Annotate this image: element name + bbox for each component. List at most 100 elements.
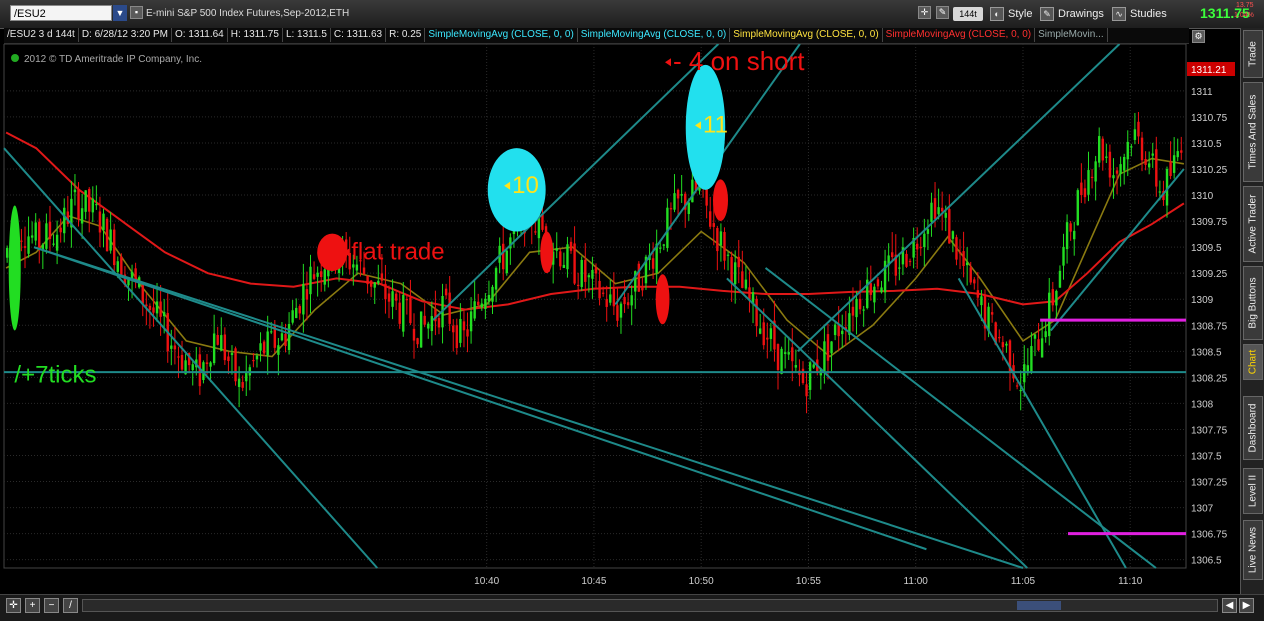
studies-button[interactable]: ∿ Studies [1112, 5, 1167, 23]
candle-body [48, 221, 52, 240]
study-label-2[interactable]: SimpleMovingAvg (CLOSE, 0, 0) [578, 28, 731, 42]
candle-body [113, 229, 116, 266]
zoom-out-icon[interactable]: − [44, 598, 59, 613]
zoom-in-icon[interactable]: + [25, 598, 40, 613]
candle-body [1151, 153, 1154, 156]
candle-body [205, 362, 209, 365]
candle-body [801, 368, 805, 384]
candle-body [405, 299, 409, 301]
info-range: R: 0.25 [386, 28, 426, 42]
candle-body [1005, 343, 1008, 346]
scroll-left-icon[interactable]: ◀ [1222, 598, 1237, 613]
candle-body [270, 331, 273, 333]
scroll-right-icon[interactable]: ▶ [1239, 598, 1254, 613]
candle-body [962, 251, 965, 267]
candle-body [234, 348, 237, 382]
x-tick-label: 10:45 [581, 576, 606, 587]
candle-body [1019, 389, 1022, 392]
top-toolbar: /ESU2 ▼ ▪ E-mini S&P 500 Index Futures,S… [0, 0, 1264, 29]
tab-trade[interactable]: Trade [1243, 30, 1263, 78]
chart-settings-icon[interactable]: ⚙ [1192, 30, 1205, 43]
candle-body [605, 299, 608, 307]
candle-body [223, 334, 227, 361]
candle-body [1140, 137, 1144, 161]
y-tick-label: 1309.25 [1191, 269, 1228, 280]
symbol-dropdown-icon[interactable]: ▼ [113, 5, 127, 21]
candle-body [1026, 365, 1030, 372]
link-icon[interactable]: ▪ [130, 6, 143, 19]
study-label-1[interactable]: SimpleMovingAvg (CLOSE, 0, 0) [425, 28, 578, 42]
candle-body [91, 198, 94, 213]
crosshair-tool-icon[interactable]: ✛ [918, 6, 931, 19]
candle-body [20, 240, 23, 242]
study-label-5[interactable]: SimpleMovin... [1035, 28, 1108, 42]
tab-big-buttons[interactable]: Big Buttons [1243, 266, 1263, 340]
candle-body [755, 298, 758, 327]
drawings-button[interactable]: ✎ Drawings [1040, 5, 1104, 23]
candle-body [377, 280, 380, 284]
chart-scrollbar[interactable] [82, 599, 1218, 612]
candle-body [566, 244, 569, 270]
candle-body [45, 223, 48, 249]
candle-body [473, 301, 476, 319]
green-marker [8, 205, 21, 331]
red-marker [655, 274, 670, 325]
candle-body [737, 256, 740, 268]
pan-icon[interactable]: ✛ [6, 598, 21, 613]
style-button[interactable]: ◐ Style [990, 5, 1032, 23]
candle-body [1101, 138, 1104, 161]
red-marker [712, 179, 729, 222]
candle-body [141, 282, 144, 304]
info-symbol-period: /ESU2 3 d 144t [4, 28, 79, 42]
candle-body [580, 259, 583, 287]
candle-body [726, 254, 730, 256]
draw-line-icon[interactable]: / [63, 598, 78, 613]
candle-body [266, 331, 269, 356]
candle-body [162, 312, 166, 317]
candle-body [691, 179, 694, 203]
candle-body [905, 253, 908, 267]
candle-body [948, 209, 951, 244]
aggregation-badge[interactable]: 144t [953, 7, 983, 21]
candle-body [316, 272, 319, 277]
candle-body [594, 267, 598, 274]
candle-body [919, 246, 922, 249]
candle-body [969, 267, 972, 283]
tab-dashboard[interactable]: Dashboard [1243, 396, 1263, 460]
candle-body [1122, 156, 1126, 171]
candle-body [826, 334, 830, 361]
symbol-input[interactable]: /ESU2 [10, 5, 112, 21]
wrench-tool-icon[interactable]: ✎ [936, 6, 949, 19]
candle-body [915, 243, 919, 250]
candle-body [1051, 289, 1055, 306]
candle-body [284, 333, 287, 346]
candle-body [366, 275, 369, 285]
candle-body [869, 283, 872, 295]
candle-body [669, 208, 673, 210]
scrollbar-thumb[interactable] [1017, 601, 1061, 610]
price-chart[interactable]: /+7ticks flat trade - 4 on short 10 11 1306.… [0, 44, 1240, 594]
study-label-4[interactable]: SimpleMovingAvg (CLOSE, 0, 0) [883, 28, 1036, 42]
candle-body [320, 271, 323, 278]
candle-body [487, 295, 491, 302]
candle-body [462, 321, 466, 331]
tab-chart[interactable]: Chart [1243, 344, 1263, 380]
candle-body [559, 251, 562, 267]
candle-body [958, 252, 962, 254]
candle-body [1080, 182, 1083, 196]
tab-live-news[interactable]: Live News [1243, 520, 1263, 580]
last-price-marker-label: 1311.21 [1191, 65, 1227, 76]
tab-level-ii[interactable]: Level II [1243, 468, 1263, 514]
tab-active-trader[interactable]: Active Trader [1243, 186, 1263, 262]
candle-body [380, 273, 384, 281]
red-marker [540, 231, 554, 274]
candle-body [241, 382, 244, 388]
candle-body [933, 198, 937, 219]
candle-body [295, 307, 298, 319]
candle-body [990, 312, 994, 315]
candle-body [976, 290, 980, 298]
candle-body [651, 258, 655, 269]
annotation-short: - 4 on short [673, 46, 805, 76]
study-label-3[interactable]: SimpleMovingAvg (CLOSE, 0, 0) [730, 28, 883, 42]
tab-times-and-sales[interactable]: Times And Sales [1243, 82, 1263, 182]
